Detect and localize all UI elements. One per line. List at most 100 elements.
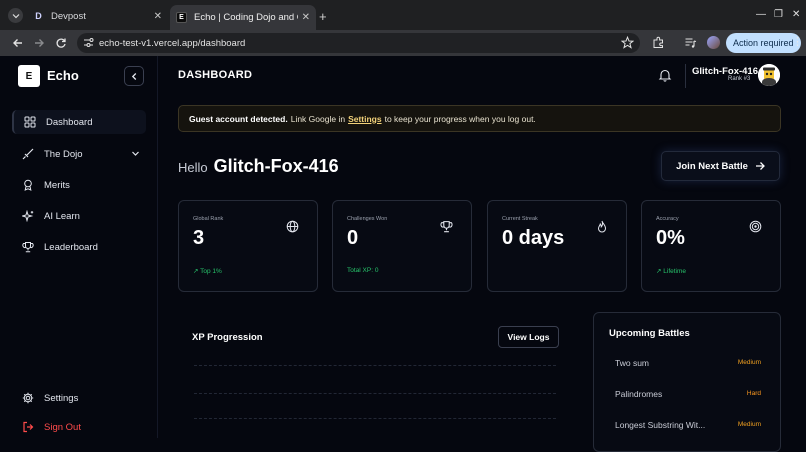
sidebar-item-label: Dashboard [46, 116, 93, 128]
difficulty-badge: Medium [737, 359, 761, 366]
greeting-hello: Hello [178, 160, 208, 175]
restore-icon[interactable]: ❐ [774, 9, 783, 20]
action-required-button[interactable]: Action required [726, 33, 801, 53]
tab-close-icon[interactable]: ✕ [154, 11, 162, 22]
view-logs-button[interactable]: View Logs [498, 326, 559, 348]
sidebar-item-dashboard[interactable]: Dashboard [12, 110, 146, 134]
trophy-icon [440, 220, 453, 233]
chevron-down-icon[interactable] [131, 149, 140, 158]
sidebar-item-label: Settings [44, 392, 79, 404]
stat-card-accuracy: Accuracy 0% ↗ Lifetime [641, 200, 781, 292]
dashboard-icon [23, 115, 37, 129]
browser-toolbar: echo-test-v1.vercel.app/dashboard Action… [0, 30, 806, 56]
tab-close-icon[interactable]: ✕ [302, 12, 310, 23]
stat-footer: ↗ Lifetime [656, 267, 686, 275]
page-title: DASHBOARD [178, 69, 253, 81]
tab-title: Devpost [51, 10, 86, 22]
sidebar-item-settings[interactable]: Settings [12, 386, 146, 410]
chart-gridline [194, 365, 556, 366]
sidebar-item-label: Leaderboard [44, 241, 98, 253]
banner-text-post: to keep your progress when you log out. [384, 113, 536, 124]
user-avatar[interactable] [758, 64, 780, 86]
browser-tabstrip: D Devpost ✕ E Echo | Coding Dojo and C ✕… [0, 0, 806, 30]
tab-title: Echo | Coding Dojo and C [194, 12, 298, 23]
minimize-icon[interactable]: — [756, 9, 766, 20]
settings-link[interactable]: Settings [348, 114, 382, 124]
medal-icon [21, 178, 35, 192]
sidebar-item-merits[interactable]: Merits [12, 173, 146, 197]
stat-card-global-rank: Global Rank 3 ↗ Top 1% [178, 200, 318, 292]
stat-card-challenges-won: Challenges Won 0 Total XP: 0 [332, 200, 472, 292]
greeting: Hello Glitch-Fox-416 [178, 156, 339, 177]
battle-name: Longest Substring Wit... [615, 420, 706, 430]
echo-app: E Echo Dashboard The Dojo Merits AI Lear… [0, 56, 806, 452]
battle-name: Palindromes [615, 389, 663, 399]
close-window-icon[interactable]: ✕ [792, 9, 800, 20]
sidebar-item-ai-learn[interactable]: AI Learn [12, 204, 146, 228]
sidebar-item-leaderboard[interactable]: Leaderboard [12, 235, 146, 259]
stat-value: 3 [193, 227, 205, 249]
stat-footer: ↗ Top 1% [193, 267, 222, 275]
sword-icon [21, 147, 35, 161]
logout-icon [21, 420, 35, 434]
new-tab-icon[interactable]: + [319, 9, 327, 24]
bookmark-star-icon[interactable] [621, 36, 634, 49]
media-queue-icon[interactable] [684, 36, 697, 49]
sidebar-item-label: The Dojo [44, 148, 83, 160]
sidebar-item-the-dojo[interactable]: The Dojo [12, 142, 146, 166]
stat-footer-text: Top 1% [200, 268, 222, 275]
guest-account-banner: Guest account detected. Link Google in S… [178, 105, 781, 132]
difficulty-badge: Hard [746, 390, 761, 397]
sparkle-icon [21, 209, 35, 223]
tab-devpost[interactable]: D Devpost ✕ [27, 5, 168, 27]
join-next-battle-button[interactable]: Join Next Battle [661, 151, 780, 181]
banner-text-pre: Link Google in [290, 113, 346, 124]
sidebar: E Echo Dashboard The Dojo Merits AI Lear… [0, 56, 158, 438]
stat-label: Challenges Won [347, 216, 388, 222]
chart-gridline [194, 418, 556, 419]
reload-icon[interactable] [54, 36, 68, 50]
notification-bell-icon[interactable] [658, 68, 672, 82]
echo-logo: E [18, 65, 40, 87]
upcoming-battles-panel: Upcoming Battles Two sum Medium Palindro… [593, 312, 781, 452]
stat-label: Accuracy [656, 216, 679, 222]
chevron-left-icon [131, 72, 136, 80]
upcoming-battles-title: Upcoming Battles [609, 328, 690, 339]
stat-card-current-streak: Current Streak 0 days [487, 200, 627, 292]
chart-gridline [194, 393, 556, 394]
stat-value: 0% [656, 227, 685, 249]
battle-name: Two sum [615, 358, 650, 368]
stat-value: 0 [347, 227, 359, 249]
stat-footer-text: Lifetime [663, 268, 687, 275]
globe-icon [286, 220, 299, 233]
echo-favicon-icon: E [176, 12, 187, 23]
sidebar-item-label: Merits [44, 179, 70, 191]
back-icon[interactable] [11, 36, 25, 50]
gear-icon [21, 391, 35, 405]
tab-search-icon[interactable] [8, 8, 23, 23]
trophy-icon [21, 240, 35, 254]
address-bar[interactable]: echo-test-v1.vercel.app/dashboard [77, 33, 640, 53]
site-info-icon[interactable] [83, 37, 94, 48]
greeting-name: Glitch-Fox-416 [213, 156, 339, 176]
xp-progression-panel: XP Progression View Logs [178, 314, 580, 438]
collapse-sidebar-button[interactable] [124, 66, 144, 86]
stat-value: 0 days [502, 227, 565, 249]
header-divider [685, 64, 686, 88]
stat-label: Global Rank [193, 216, 224, 222]
profile-avatar[interactable] [707, 36, 720, 49]
extensions-icon[interactable] [652, 36, 665, 49]
sidebar-item-label: AI Learn [44, 210, 80, 222]
forward-icon[interactable] [32, 36, 46, 50]
brand-name: Echo [47, 68, 79, 83]
tab-echo[interactable]: E Echo | Coding Dojo and C ✕ [170, 5, 316, 30]
arrow-right-icon [755, 162, 765, 170]
sign-out-button[interactable]: Sign Out [12, 415, 146, 439]
browser-menu-icon[interactable]: ⋮ [792, 36, 803, 48]
url-text: echo-test-v1.vercel.app/dashboard [99, 38, 246, 49]
sidebar-item-label: Sign Out [44, 421, 81, 433]
xp-title: XP Progression [192, 332, 263, 343]
user-rank: Rank #3 [728, 76, 751, 82]
difficulty-badge: Medium [737, 421, 761, 428]
main-content: DASHBOARD Glitch-Fox-416 Rank #3 Guest a… [158, 56, 806, 452]
